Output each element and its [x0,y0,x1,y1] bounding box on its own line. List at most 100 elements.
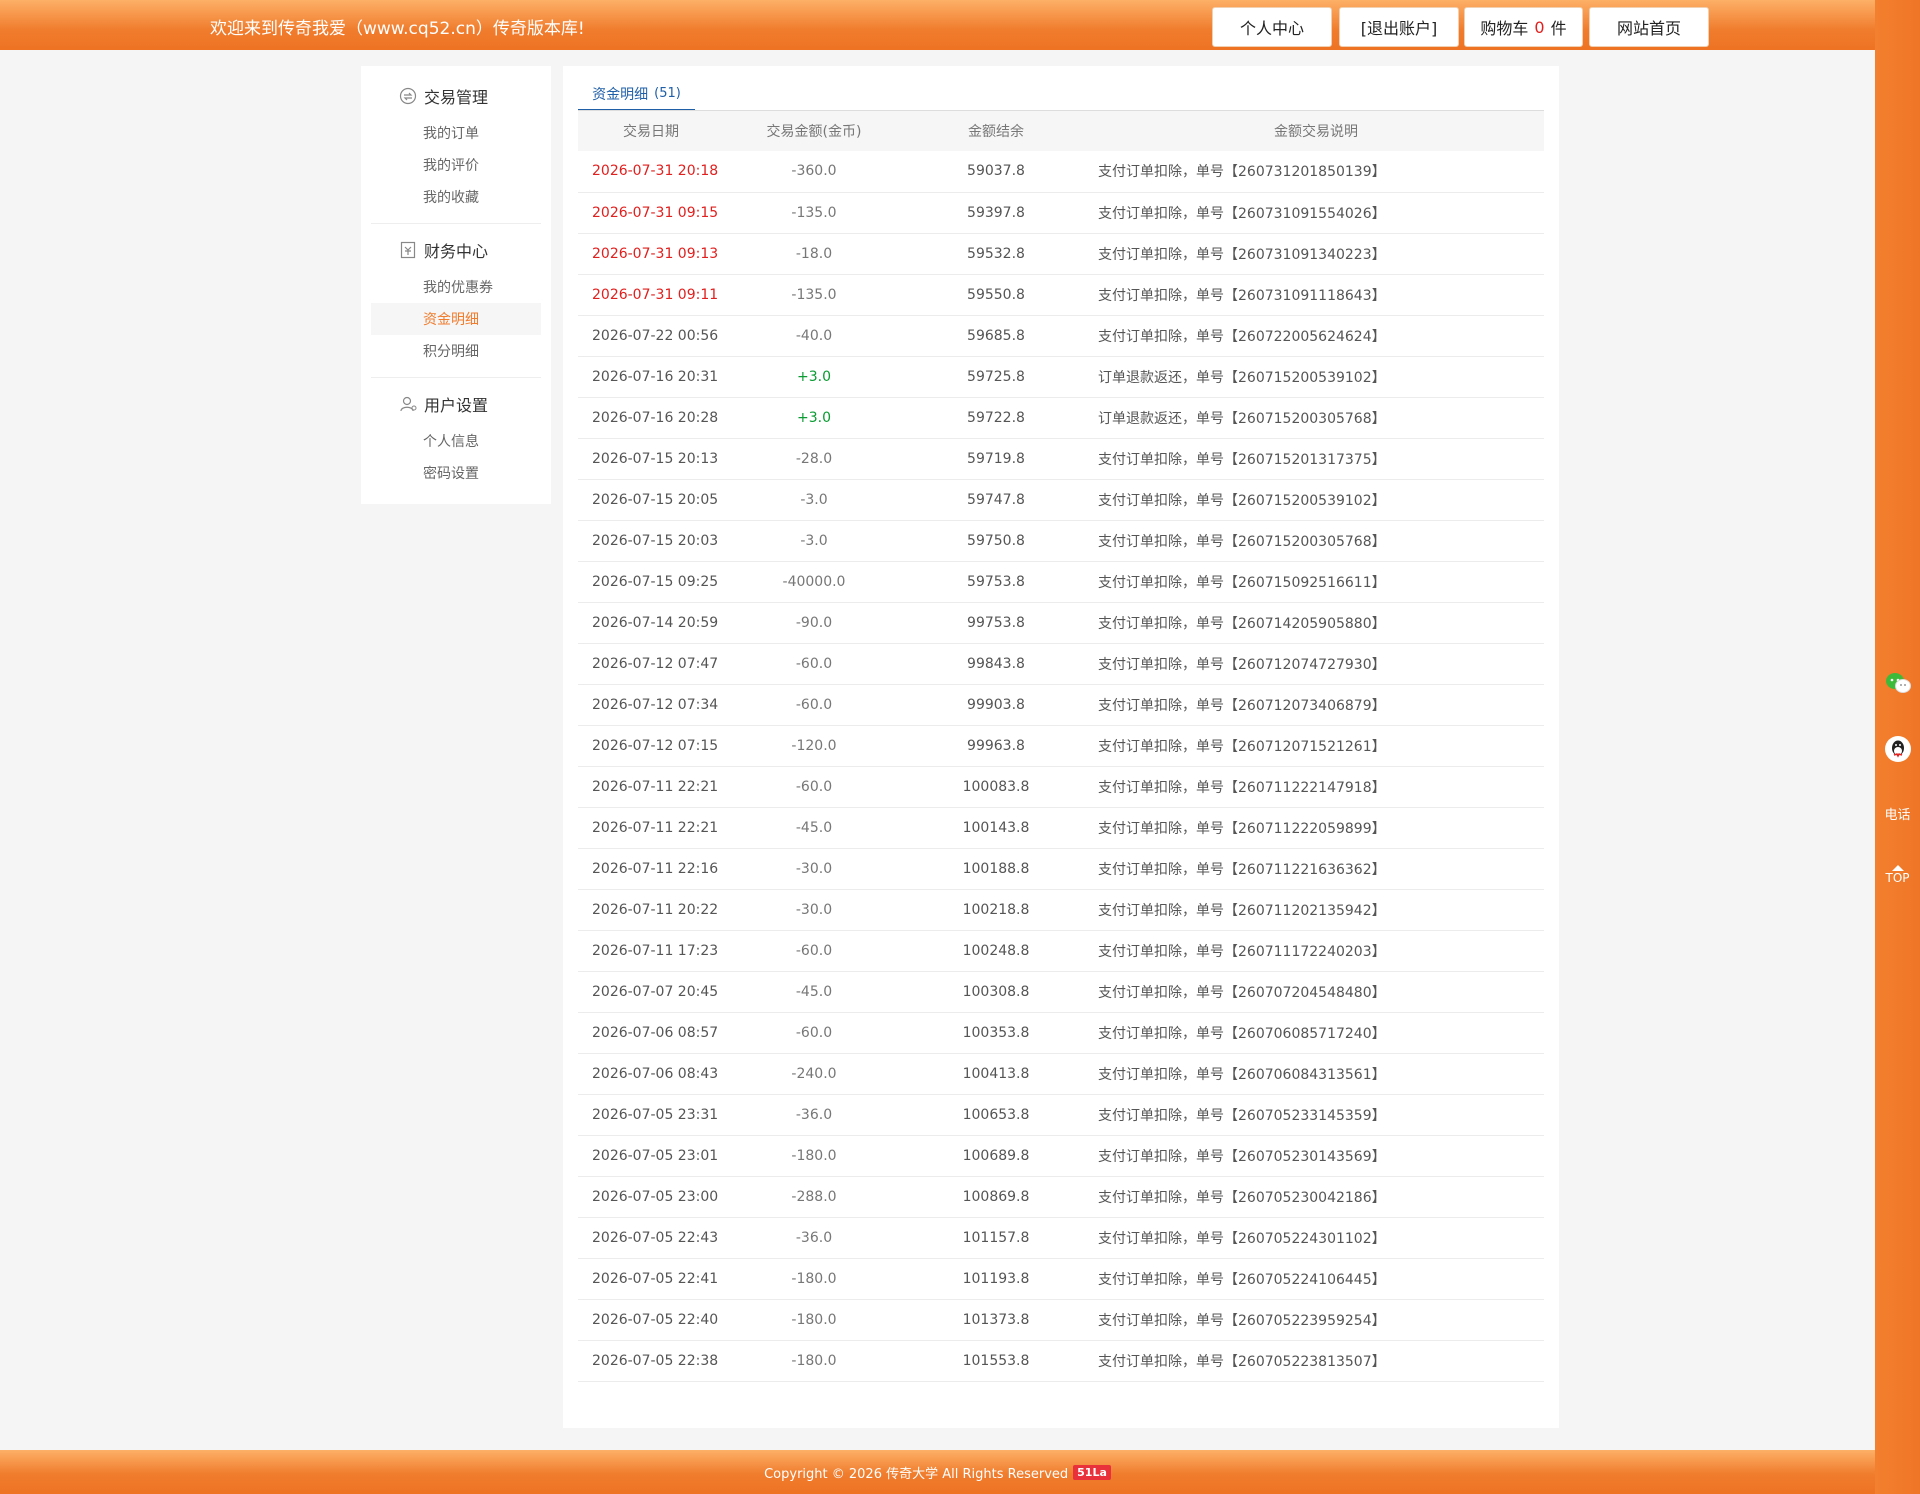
table-row: 2026-07-11 17:23 -60.0 100248.8 支付订单扣除，单号【2… [578,930,1544,972]
table-row: 2026-07-11 22:21 -60.0 100083.8 支付订单扣除，单号【2… [578,766,1544,808]
cell-balance: 100143.8 [904,807,1088,849]
tab-fund-details[interactable]: 资金明细 (51) [578,78,695,111]
sidebar-item-my-orders[interactable]: 我的订单 [371,117,541,149]
cell-amount: -360.0 [724,151,904,193]
user-center-button[interactable]: 个人中心 [1212,7,1332,47]
sidebar-item-fund-details[interactable]: 资金明细 [371,303,541,335]
column-header-amount: 交易金额(金币) [724,111,904,151]
cell-description: 支付订单扣除，单号【260705224106445】 [1088,1258,1544,1300]
sidebar-group-title: 财务中心 [424,242,489,261]
cell-description: 支付订单扣除，单号【260706085717240】 [1088,1012,1544,1054]
cell-amount: -90.0 [724,602,904,644]
cell-description: 支付订单扣除，单号【260731091340223】 [1088,233,1544,275]
sidebar-group-finance: 财务中心 [399,238,488,262]
cell-description: 支付订单扣除，单号【260707204548480】 [1088,971,1544,1013]
sidebar-item-my-favorites[interactable]: 我的收藏 [371,181,541,213]
cell-amount: -36.0 [724,1094,904,1136]
main-panel: 资金明细 (51) 交易日期 交易金额(金币) 金额结余 金额交易说明 2026-… [563,66,1559,1484]
table-row: 2026-07-16 20:28 +3.0 59722.8 订单退款返还，单号【260… [578,397,1544,439]
stats-badge[interactable]: 51La [1073,1464,1111,1480]
cell-description: 支付订单扣除，单号【260705224301102】 [1088,1217,1544,1259]
cell-date: 2026-07-11 22:21 [578,766,724,808]
table-row: 2026-07-05 22:40 -180.0 101373.8 支付订单扣除，单号【… [578,1299,1544,1341]
fund-table: 交易日期 交易金额(金币) 金额结余 金额交易说明 2026-07-31 20:… [578,111,1544,1382]
cell-description: 支付订单扣除，单号【260711202135942】 [1088,889,1544,931]
cell-amount: -40000.0 [724,561,904,603]
cell-balance: 59532.8 [904,233,1088,275]
cell-date: 2026-07-12 07:47 [578,643,724,685]
cell-balance: 100218.8 [904,889,1088,931]
cell-balance: 59747.8 [904,479,1088,521]
cell-balance: 101193.8 [904,1258,1088,1300]
cell-date: 2026-07-12 07:34 [578,684,724,726]
cell-description: 支付订单扣除，单号【260714205905880】 [1088,602,1544,644]
copyright-text: Copyright © 2026 传奇大学 All Rights Reserve… [764,1466,1069,1482]
cell-date: 2026-07-05 23:00 [578,1176,724,1218]
cell-description: 支付订单扣除，单号【260705233145359】 [1088,1094,1544,1136]
column-header-balance: 金额结余 [904,111,1088,151]
table-row: 2026-07-15 09:25 -40000.0 59753.8 支付订单扣除，单号… [578,561,1544,603]
cell-balance: 99753.8 [904,602,1088,644]
cell-description: 支付订单扣除，单号【260715201317375】 [1088,438,1544,480]
back-to-top-button[interactable]: TOP [1875,861,1920,889]
cell-date: 2026-07-05 22:38 [578,1340,724,1382]
cell-description: 支付订单扣除，单号【260715092516611】 [1088,561,1544,603]
cart-button[interactable]: 购物车 0 件 [1464,7,1583,47]
home-button[interactable]: 网站首页 [1589,7,1709,47]
cell-balance: 99903.8 [904,684,1088,726]
tab-count: (51) [654,86,681,101]
cell-description: 支付订单扣除，单号【260712071521261】 [1088,725,1544,767]
cell-date: 2026-07-15 20:13 [578,438,724,480]
welcome-text: 欢迎来到传奇我爱（www.cq52.cn）传奇版本库! [210,19,585,39]
cell-balance: 100413.8 [904,1053,1088,1095]
column-header-date: 交易日期 [578,111,724,151]
table-row: 2026-07-05 22:41 -180.0 101193.8 支付订单扣除，单号【… [578,1258,1544,1300]
cell-description: 支付订单扣除，单号【260731091554026】 [1088,192,1544,234]
sidebar-item-personal-info[interactable]: 个人信息 [371,425,541,457]
cell-balance: 101373.8 [904,1299,1088,1341]
cell-amount: -180.0 [724,1258,904,1300]
table-row: 2026-07-06 08:57 -60.0 100353.8 支付订单扣除，单号【2… [578,1012,1544,1054]
cell-description: 支付订单扣除，单号【260712074727930】 [1088,643,1544,685]
qq-icon[interactable] [1875,734,1920,764]
cell-amount: -60.0 [724,643,904,685]
wechat-icon[interactable] [1875,668,1920,698]
sidebar-group-title: 交易管理 [424,88,489,107]
cell-amount: -18.0 [724,233,904,275]
cart-unit: 件 [1550,19,1567,38]
table-row: 2026-07-07 20:45 -45.0 100308.8 支付订单扣除，单号【2… [578,971,1544,1013]
sidebar-item-password[interactable]: 密码设置 [371,457,541,489]
cell-balance: 100308.8 [904,971,1088,1013]
cell-date: 2026-07-05 23:31 [578,1094,724,1136]
table-row: 2026-07-05 23:31 -36.0 100653.8 支付订单扣除，单号【2… [578,1094,1544,1136]
exchange-icon [399,87,417,105]
phone-link[interactable]: 电话 [1875,802,1920,824]
logout-button[interactable]: [退出账户] [1339,7,1459,47]
cell-description: 支付订单扣除，单号【260731201850139】 [1088,151,1544,193]
cell-balance: 59550.8 [904,274,1088,316]
cell-description: 支付订单扣除，单号【260712073406879】 [1088,684,1544,726]
cell-amount: -40.0 [724,315,904,357]
cell-amount: -45.0 [724,807,904,849]
cell-balance: 100188.8 [904,848,1088,890]
table-row: 2026-07-12 07:47 -60.0 99843.8 支付订单扣除，单号【26… [578,643,1544,685]
column-header-description: 金额交易说明 [1088,111,1544,151]
cell-date: 2026-07-31 09:13 [578,233,724,275]
cell-amount: -45.0 [724,971,904,1013]
cell-balance: 100869.8 [904,1176,1088,1218]
cell-description: 支付订单扣除，单号【260706084313561】 [1088,1053,1544,1095]
sidebar-item-points-details[interactable]: 积分明细 [371,335,541,367]
cell-amount: +3.0 [724,356,904,398]
sidebar-item-my-reviews[interactable]: 我的评价 [371,149,541,181]
table-row: 2026-07-11 22:16 -30.0 100188.8 支付订单扣除，单号【2… [578,848,1544,890]
cell-date: 2026-07-22 00:56 [578,315,724,357]
cell-date: 2026-07-15 09:25 [578,561,724,603]
cell-description: 订单退款返还，单号【260715200305768】 [1088,397,1544,439]
sidebar-item-my-coupons[interactable]: 我的优惠券 [371,271,541,303]
cell-date: 2026-07-07 20:45 [578,971,724,1013]
cell-description: 支付订单扣除，单号【260705230042186】 [1088,1176,1544,1218]
finance-icon [400,241,416,259]
cell-amount: -135.0 [724,192,904,234]
cell-balance: 59750.8 [904,520,1088,562]
cell-balance: 59722.8 [904,397,1088,439]
